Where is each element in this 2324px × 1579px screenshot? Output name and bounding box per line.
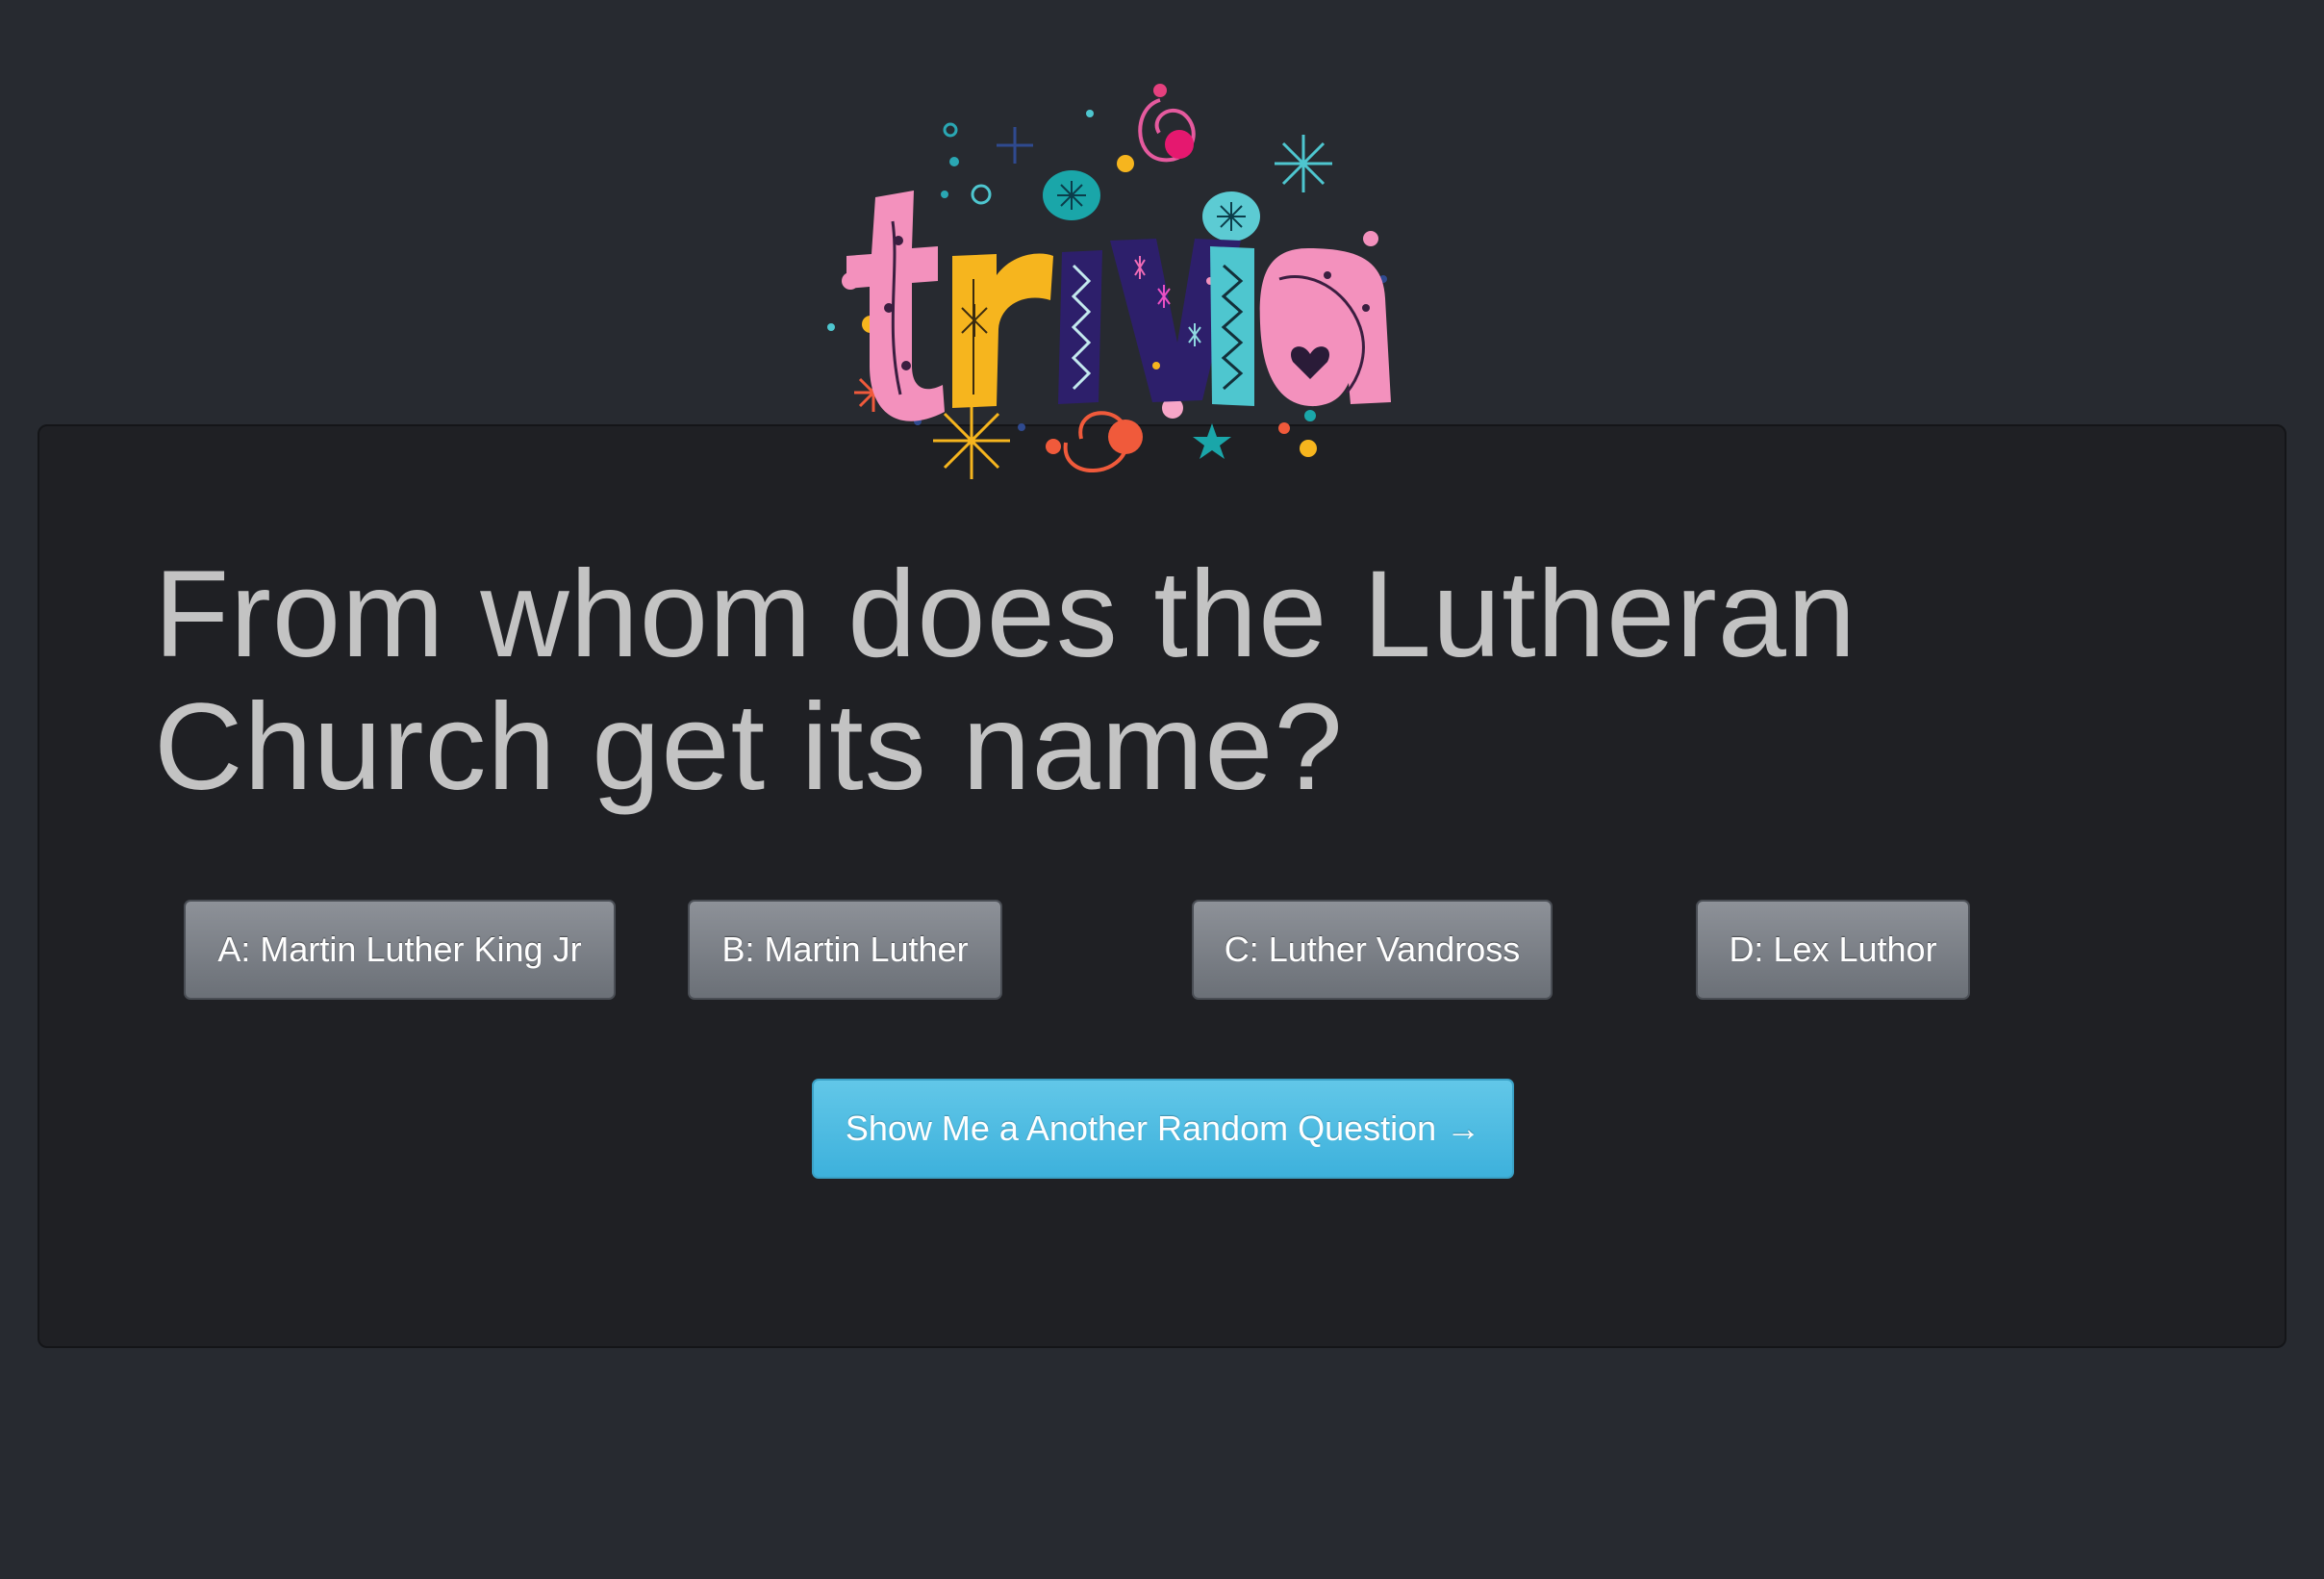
answer-button-c[interactable]: C: Luther Vandross: [1192, 900, 1553, 1000]
next-question-button[interactable]: Show Me a Another Random Question →: [812, 1079, 1514, 1179]
answer-button-d[interactable]: D: Lex Luthor: [1696, 900, 1970, 1000]
trivia-logo: [827, 84, 1391, 479]
question-line-2: Church get its name?: [154, 678, 1344, 816]
question-text: From whom does the Lutheran Church get i…: [154, 548, 2078, 814]
trivia-lettering: [846, 191, 1391, 421]
answer-button-a[interactable]: A: Martin Luther King Jr: [184, 900, 616, 1000]
answer-button-b[interactable]: B: Martin Luther: [688, 900, 1002, 1000]
question-line-1: From whom does the Lutheran: [154, 546, 1857, 683]
